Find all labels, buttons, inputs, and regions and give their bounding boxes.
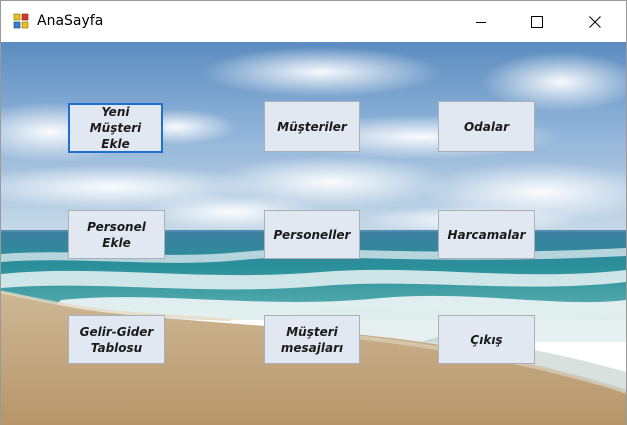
personel-ekle-button[interactable]: Personel Ekle (68, 210, 165, 259)
title-bar[interactable]: AnaSayfa (1, 1, 626, 42)
yeni-musteri-ekle-label: Yeni Müşteri Ekle (89, 105, 142, 151)
harcamalar-button[interactable]: Harcamalar (438, 210, 535, 259)
personeller-label: Personeller (273, 227, 351, 242)
yeni-musteri-ekle-button[interactable]: Yeni Müşteri Ekle (68, 103, 163, 153)
gelir-gider-tablosu-button[interactable]: Gelir-Gider Tablosu (68, 315, 165, 364)
harcamalar-label: Harcamalar (447, 227, 526, 242)
musteri-mesajlari-label: Müşteri mesajları (280, 324, 344, 355)
personeller-button[interactable]: Personeller (264, 210, 360, 259)
window-title: AnaSayfa (37, 13, 104, 29)
musteriler-label: Müşteriler (277, 119, 347, 134)
minimize-button[interactable] (452, 1, 510, 42)
odalar-button[interactable]: Odalar (438, 101, 535, 152)
close-button[interactable] (566, 1, 624, 42)
odalar-label: Odalar (463, 119, 510, 134)
musteriler-button[interactable]: Müşteriler (264, 101, 360, 152)
maximize-button[interactable] (508, 1, 566, 42)
main-window: AnaSayfa Yeni Müşteri Ekle Müşteriler Od… (0, 0, 627, 425)
maximize-icon (531, 15, 543, 28)
personel-ekle-label: Personel Ekle (87, 219, 146, 250)
cikis-label: Çıkış (470, 332, 503, 347)
app-icon (13, 13, 29, 29)
form-client-area: Yeni Müşteri Ekle Müşteriler Odalar Pers… (1, 42, 626, 425)
close-icon (589, 15, 601, 28)
minimize-icon (476, 21, 486, 23)
musteri-mesajlari-button[interactable]: Müşteri mesajları (264, 315, 360, 364)
cikis-button[interactable]: Çıkış (438, 315, 535, 364)
gelir-gider-tablosu-label: Gelir-Gider Tablosu (79, 324, 154, 355)
